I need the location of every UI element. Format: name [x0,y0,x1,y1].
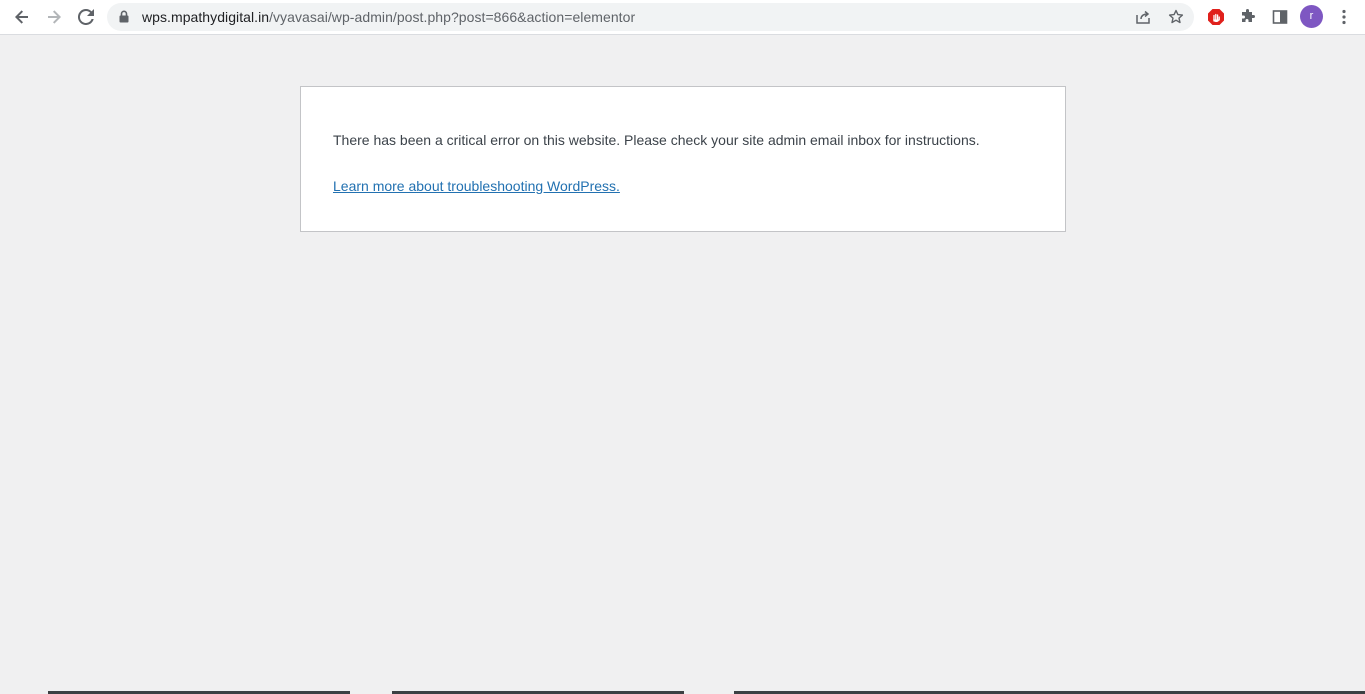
critical-error-message: There has been a critical error on this … [333,132,980,148]
browser-toolbar: wps.mpathydigital.in/vyavasai/wp-admin/p… [0,0,1365,35]
browser-menu-button[interactable] [1331,4,1357,30]
share-icon[interactable] [1134,8,1152,26]
side-panel-icon [1272,9,1288,25]
profile-avatar[interactable]: r [1300,5,1323,28]
url-path: /vyavasai/wp-admin/post.php?post=866&act… [269,9,636,25]
url-host: wps.mpathydigital.in [142,9,270,25]
forward-button[interactable] [41,4,67,30]
adblock-icon [1207,8,1225,26]
reload-button[interactable] [73,4,99,30]
kebab-menu-icon [1342,9,1346,25]
extensions-button[interactable] [1235,4,1261,30]
extensions-puzzle-icon [1240,9,1256,25]
troubleshooting-link[interactable]: Learn more about troubleshooting WordPre… [333,177,620,195]
lock-icon[interactable] [119,10,129,28]
error-panel: There has been a critical error on this … [300,86,1066,232]
back-arrow-icon [14,9,30,25]
reload-icon [78,9,94,25]
back-button[interactable] [9,4,35,30]
url-text[interactable]: wps.mpathydigital.in/vyavasai/wp-admin/p… [142,9,635,25]
bookmark-star-icon[interactable] [1167,8,1185,26]
side-panel-button[interactable] [1267,4,1293,30]
address-bar[interactable]: wps.mpathydigital.in/vyavasai/wp-admin/p… [107,3,1194,31]
adblock-extension-button[interactable] [1203,4,1229,30]
forward-arrow-icon [46,9,62,25]
